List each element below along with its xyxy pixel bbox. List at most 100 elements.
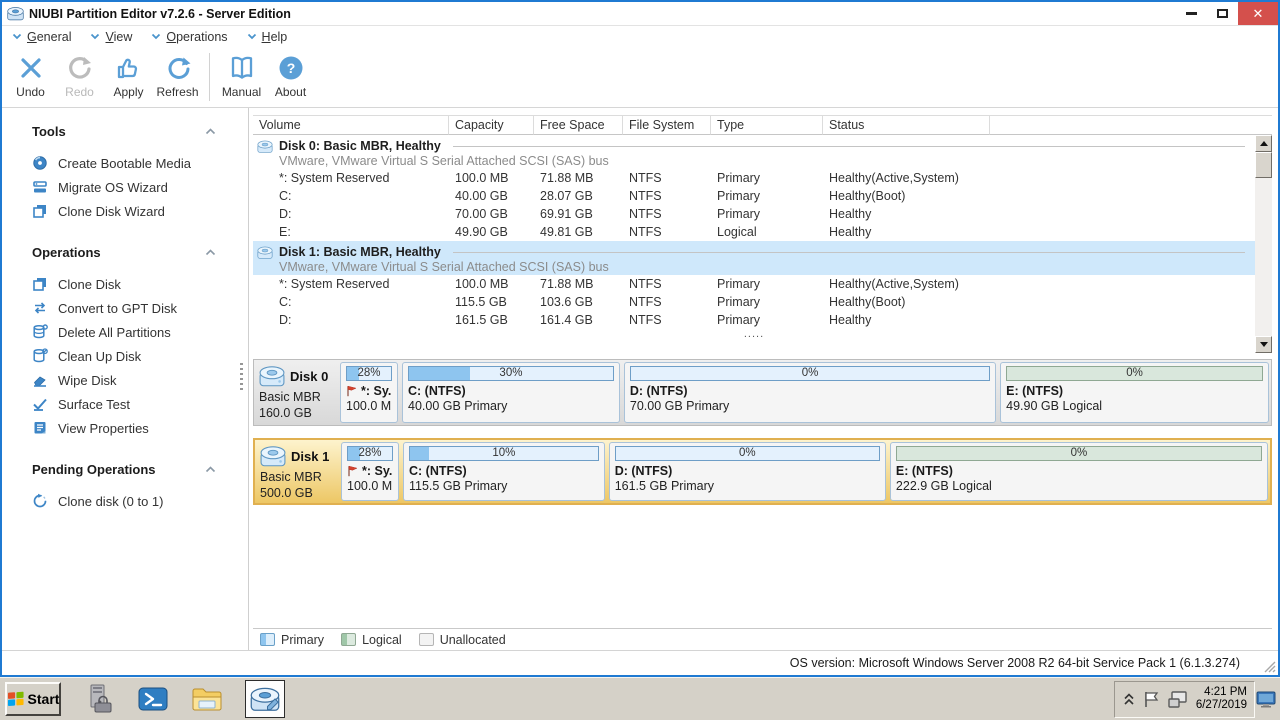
group-rule xyxy=(453,252,1245,253)
network-icon[interactable] xyxy=(1168,690,1188,708)
usage-bar: 28% xyxy=(346,366,392,381)
taskbar-clock[interactable]: 4:21 PM 6/27/2019 xyxy=(1196,686,1247,712)
sidebar-resize-grip[interactable] xyxy=(240,363,243,393)
legend-unallocated: Unallocated xyxy=(419,633,506,647)
menu-general[interactable]: General xyxy=(12,30,71,44)
start-button[interactable]: Start xyxy=(5,682,61,716)
hidden-icons-chevron[interactable] xyxy=(1123,692,1135,706)
menu-view[interactable]: View xyxy=(90,30,132,44)
redo-button[interactable]: Redo xyxy=(55,47,104,107)
sidebar-item-surface-test[interactable]: Surface Test xyxy=(32,392,248,416)
column-header-type[interactable]: Type xyxy=(711,115,823,135)
cell-volume: *: System Reserved xyxy=(253,169,449,187)
sidebar-item-migrate-os-wizard[interactable]: Migrate OS Wizard xyxy=(32,175,248,199)
table-row[interactable]: D: 161.5 GB 161.4 GB NTFS Primary Health… xyxy=(253,311,1255,329)
column-header-file-system[interactable]: File System xyxy=(623,115,711,135)
disk1-group-header[interactable]: Disk 1: Basic MBR, Healthy VMware, VMwar… xyxy=(253,241,1255,275)
cell-volume: *: System Reserved xyxy=(253,275,449,293)
disk-drive-icon xyxy=(259,365,285,387)
disk-scheme: Basic MBR xyxy=(260,469,339,485)
sidebar-item-clean-up-disk[interactable]: Clean Up Disk xyxy=(32,344,248,368)
disk0-group-header[interactable]: Disk 0: Basic MBR, Healthy VMware, VMwar… xyxy=(253,135,1255,169)
partition-block-sysres[interactable]: 28% *: Sy... 100.0 MB xyxy=(340,362,398,423)
table-row[interactable]: *: System Reserved 100.0 MB 71.88 MB NTF… xyxy=(253,275,1255,293)
refresh-icon xyxy=(164,54,192,82)
file-explorer-icon[interactable] xyxy=(191,683,223,715)
toolbar: Undo Redo Apply Refresh Manual ? About xyxy=(2,47,1278,108)
partition-block-c[interactable]: 10% C: (NTFS) 115.5 GB Primary xyxy=(403,442,605,501)
niubi-taskbar-icon[interactable] xyxy=(245,680,285,718)
undo-button[interactable]: Undo xyxy=(6,47,55,107)
status-bar: OS version: Microsoft Windows Server 200… xyxy=(2,650,1278,675)
server-manager-icon[interactable] xyxy=(83,683,115,715)
content-area: Tools Create Bootable Media Migrate OS W… xyxy=(2,108,1278,650)
pending-clone-icon xyxy=(32,493,48,509)
sidebar-item-convert-to-gpt[interactable]: Convert to GPT Disk xyxy=(32,296,248,320)
cell-type: Primary xyxy=(711,311,823,329)
cell-file-system: NTFS xyxy=(623,187,711,205)
section-header-tools[interactable]: Tools xyxy=(32,124,248,139)
sidebar-item-create-bootable-media[interactable]: Create Bootable Media xyxy=(32,151,248,175)
sidebar-item-label: Clone Disk xyxy=(58,277,121,292)
manual-button[interactable]: Manual xyxy=(217,47,266,107)
sidebar-item-delete-all-partitions[interactable]: Delete All Partitions xyxy=(32,320,248,344)
disk-scheme: Basic MBR xyxy=(259,389,338,405)
usage-bar: 0% xyxy=(615,446,880,461)
table-scrollbar[interactable] xyxy=(1255,135,1272,353)
about-button[interactable]: ? About xyxy=(266,47,315,107)
table-row[interactable]: C: 115.5 GB 103.6 GB NTFS Primary Health… xyxy=(253,293,1255,311)
sidebar-item-wipe-disk[interactable]: Wipe Disk xyxy=(32,368,248,392)
cell-capacity: 49.90 GB xyxy=(449,223,534,241)
partition-block-e[interactable]: 0% E: (NTFS) 222.9 GB Logical xyxy=(890,442,1268,501)
scroll-track[interactable] xyxy=(1255,178,1272,336)
group-rule xyxy=(453,146,1245,147)
partition-block-d[interactable]: 0% D: (NTFS) 70.00 GB Primary xyxy=(624,362,996,423)
cell-volume: C: xyxy=(253,187,449,205)
partition-block-e[interactable]: 0% E: (NTFS) 49.90 GB Logical xyxy=(1000,362,1269,423)
column-header-volume[interactable]: Volume xyxy=(253,115,449,135)
usage-bar: 0% xyxy=(1006,366,1263,381)
maximize-button[interactable] xyxy=(1207,2,1238,25)
cell-type: Primary xyxy=(711,293,823,311)
action-center-flag-icon[interactable] xyxy=(1143,690,1160,709)
sidebar-item-pending-clone-disk[interactable]: Clone disk (0 to 1) xyxy=(32,489,248,513)
scroll-thumb[interactable] xyxy=(1255,152,1272,178)
menu-help[interactable]: Help xyxy=(247,30,288,44)
cell-capacity: 40.00 GB xyxy=(449,187,534,205)
resize-grip-icon[interactable] xyxy=(1263,660,1276,673)
column-header-filler xyxy=(990,115,1272,135)
powershell-icon[interactable] xyxy=(137,683,169,715)
cleanup-disk-icon xyxy=(32,348,48,364)
sidebar-item-label: View Properties xyxy=(58,421,149,436)
monitor-icon xyxy=(1256,691,1276,708)
section-header-operations[interactable]: Operations xyxy=(32,245,248,260)
cell-status: Healthy(Active,System) xyxy=(823,275,990,293)
scroll-down-button[interactable] xyxy=(1255,336,1272,353)
column-header-status[interactable]: Status xyxy=(823,115,990,135)
disk1-row[interactable]: Disk 1 Basic MBR 500.0 GB 28% *: Sy... 1… xyxy=(253,438,1272,505)
cell-file-system: NTFS xyxy=(623,311,711,329)
table-row[interactable]: *: System Reserved 100.0 MB 71.88 MB NTF… xyxy=(253,169,1255,187)
scroll-up-button[interactable] xyxy=(1255,135,1272,152)
table-row[interactable]: E: 49.90 GB 49.81 GB NTFS Logical Health… xyxy=(253,223,1255,241)
disk0-row[interactable]: Disk 0 Basic MBR 160.0 GB 28% *: Sy... 1… xyxy=(253,359,1272,426)
sidebar-item-clone-disk[interactable]: Clone Disk xyxy=(32,272,248,296)
close-button[interactable]: ✕ xyxy=(1238,2,1278,25)
refresh-button[interactable]: Refresh xyxy=(153,47,202,107)
menu-operations[interactable]: Operations xyxy=(151,30,227,44)
partition-block-sysres[interactable]: 28% *: Sy... 100.0 MB xyxy=(341,442,399,501)
minimize-button[interactable] xyxy=(1176,2,1207,25)
show-desktop-button[interactable] xyxy=(1255,681,1277,718)
sidebar-item-view-properties[interactable]: View Properties xyxy=(32,416,248,440)
section-header-pending[interactable]: Pending Operations xyxy=(32,462,248,477)
cell-status: Healthy(Boot) xyxy=(823,187,990,205)
apply-button[interactable]: Apply xyxy=(104,47,153,107)
main-panel: Volume Capacity Free Space File System T… xyxy=(249,108,1278,650)
column-header-capacity[interactable]: Capacity xyxy=(449,115,534,135)
table-row[interactable]: C: 40.00 GB 28.07 GB NTFS Primary Health… xyxy=(253,187,1255,205)
partition-block-c[interactable]: 30% C: (NTFS) 40.00 GB Primary xyxy=(402,362,620,423)
partition-block-d[interactable]: 0% D: (NTFS) 161.5 GB Primary xyxy=(609,442,886,501)
column-header-free-space[interactable]: Free Space xyxy=(534,115,623,135)
sidebar-item-clone-disk-wizard[interactable]: Clone Disk Wizard xyxy=(32,199,248,223)
table-row[interactable]: D: 70.00 GB 69.91 GB NTFS Primary Health… xyxy=(253,205,1255,223)
